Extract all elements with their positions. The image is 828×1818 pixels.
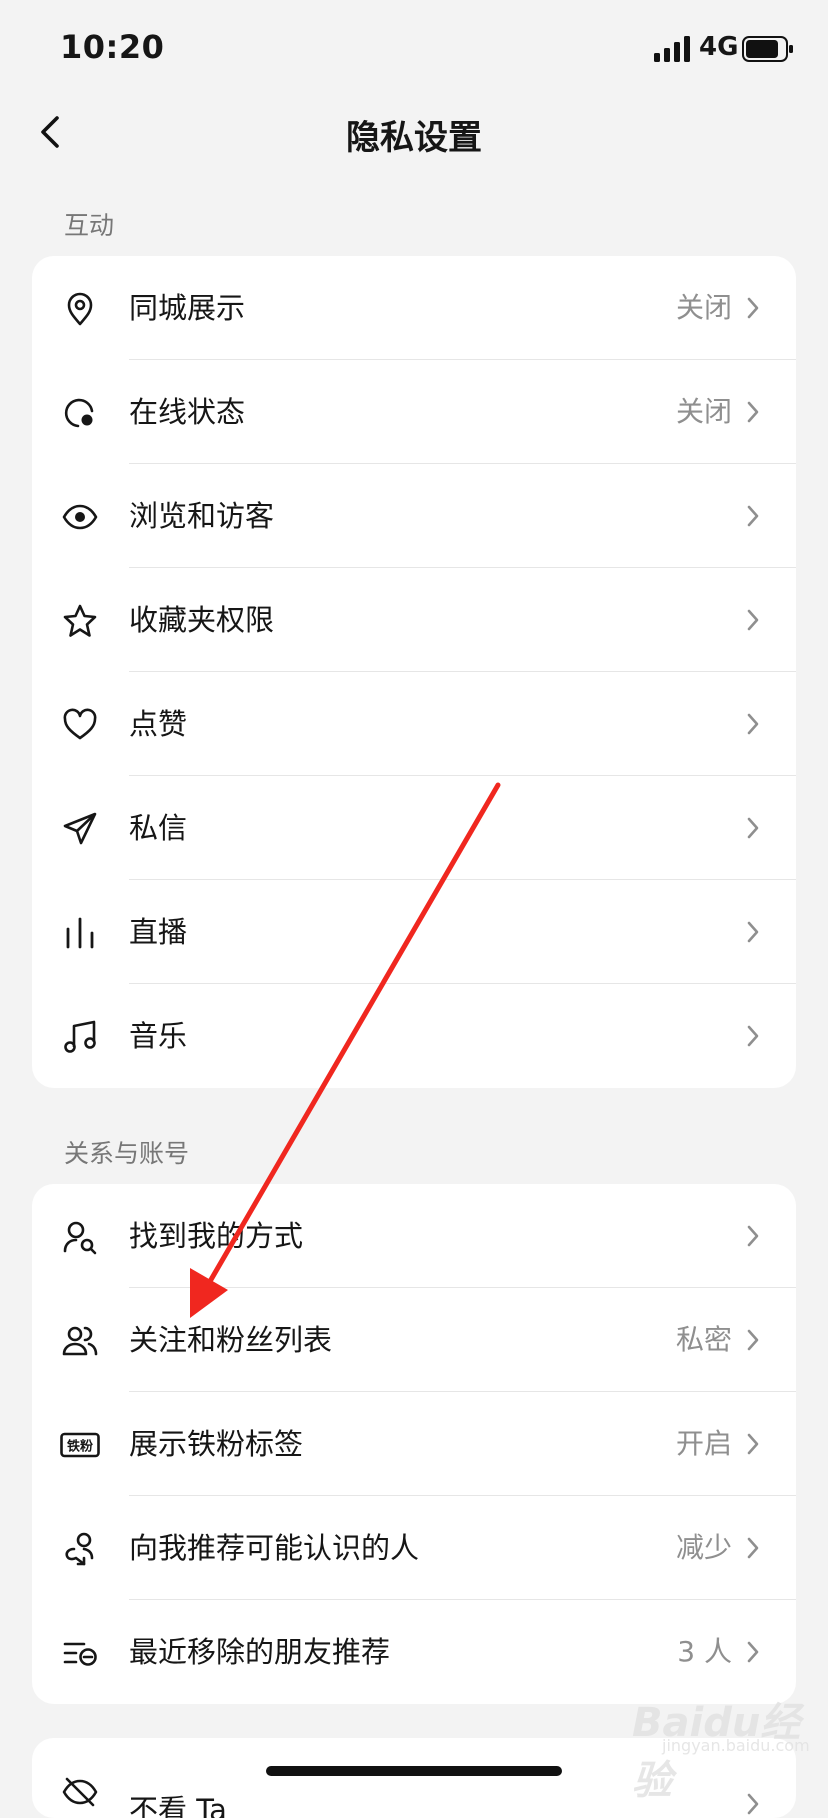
setting-label: 不看 Ta	[129, 1793, 227, 1818]
heart-icon	[63, 708, 97, 740]
setting-row-recommend-people[interactable]: 向我推荐可能认识的人 减少	[32, 1496, 796, 1600]
user-search-icon	[63, 1221, 97, 1255]
chevron-right-icon	[747, 1329, 759, 1351]
removed-list-icon	[63, 1642, 97, 1666]
setting-row-online-status[interactable]: 在线状态 关闭	[32, 360, 796, 464]
setting-value: 减少	[675, 1531, 732, 1564]
chevron-right-icon	[747, 921, 759, 943]
signal-icon	[654, 36, 690, 62]
page-title: 隐私设置	[346, 118, 482, 158]
nav-bar: 隐私设置	[0, 100, 828, 164]
setting-row-likes[interactable]: 点赞	[32, 672, 796, 776]
chevron-right-icon	[747, 401, 759, 423]
setting-row-direct-messages[interactable]: 私信	[32, 776, 796, 880]
live-bars-icon	[66, 917, 94, 949]
music-note-icon	[64, 1020, 96, 1053]
setting-label: 音乐	[129, 1019, 188, 1053]
eye-icon	[62, 504, 98, 530]
online-status-icon	[64, 398, 94, 428]
paper-plane-icon	[63, 812, 97, 845]
status-bar: 10:20 4G	[0, 0, 828, 100]
chevron-right-icon	[747, 1433, 759, 1455]
users-icon	[62, 1326, 98, 1356]
setting-label: 直播	[129, 915, 188, 949]
setting-label: 在线状态	[129, 395, 246, 429]
setting-row-favorites-permission[interactable]: 收藏夹权限	[32, 568, 796, 672]
interaction-settings-card: 同城展示 关闭 在线状态 关闭 浏览和访客 收藏夹权限 点赞 私信 直播 音乐	[32, 256, 796, 1088]
chevron-right-icon	[747, 609, 759, 631]
setting-value: 开启	[675, 1427, 732, 1460]
setting-label: 关注和粉丝列表	[129, 1323, 333, 1357]
setting-label: 点赞	[129, 707, 188, 741]
chevron-right-icon	[747, 1025, 759, 1047]
chevron-right-icon	[747, 505, 759, 527]
star-icon	[63, 604, 97, 637]
setting-label: 找到我的方式	[129, 1219, 304, 1253]
chevron-right-icon	[747, 1641, 759, 1663]
setting-label: 同城展示	[129, 291, 246, 325]
watermark: Baidu经验 jingyan.baidu.com	[632, 1690, 810, 1804]
setting-row-live[interactable]: 直播	[32, 880, 796, 984]
setting-value: 3 人	[677, 1635, 732, 1668]
setting-value: 关闭	[675, 395, 732, 428]
network-type: 4G	[699, 32, 739, 62]
home-indicator	[266, 1766, 562, 1776]
setting-row-find-me[interactable]: 找到我的方式	[32, 1184, 796, 1288]
relationship-settings-card: 找到我的方式 关注和粉丝列表 私密 铁粉 展示铁粉标签 开启 向我推荐可能认识的…	[32, 1184, 796, 1704]
recommend-people-icon	[65, 1532, 94, 1566]
location-pin-icon	[67, 292, 93, 326]
setting-row-nearby-display[interactable]: 同城展示 关闭	[32, 256, 796, 360]
setting-row-following-followers[interactable]: 关注和粉丝列表 私密	[32, 1288, 796, 1392]
section-label-relationships: 关系与账号	[64, 1139, 190, 1168]
setting-label: 最近移除的朋友推荐	[129, 1635, 391, 1669]
setting-label: 展示铁粉标签	[129, 1427, 304, 1461]
section-label-interaction: 互动	[64, 211, 115, 240]
setting-label: 向我推荐可能认识的人	[129, 1531, 420, 1565]
setting-row-iron-fan-badge[interactable]: 铁粉 展示铁粉标签 开启	[32, 1392, 796, 1496]
badge-text: 铁粉	[66, 1439, 93, 1455]
eye-off-icon	[62, 1777, 98, 1807]
setting-label: 浏览和访客	[129, 499, 275, 533]
setting-label: 私信	[129, 811, 188, 845]
setting-value: 私密	[675, 1323, 732, 1356]
battery-icon	[742, 36, 793, 62]
setting-row-views-visitors[interactable]: 浏览和访客	[32, 464, 796, 568]
watermark-subtext: jingyan.baidu.com	[662, 1736, 810, 1755]
chevron-right-icon	[747, 1225, 759, 1247]
status-time: 10:20	[60, 28, 165, 66]
setting-row-removed-recommendations[interactable]: 最近移除的朋友推荐 3 人	[32, 1600, 796, 1704]
setting-value: 关闭	[675, 291, 732, 324]
setting-row-music[interactable]: 音乐	[32, 984, 796, 1088]
chevron-right-icon	[747, 713, 759, 735]
setting-label: 收藏夹权限	[129, 603, 275, 637]
chevron-right-icon	[747, 817, 759, 839]
chevron-right-icon	[747, 297, 759, 319]
iron-fan-badge-icon: 铁粉	[60, 1432, 100, 1458]
chevron-right-icon	[747, 1537, 759, 1559]
